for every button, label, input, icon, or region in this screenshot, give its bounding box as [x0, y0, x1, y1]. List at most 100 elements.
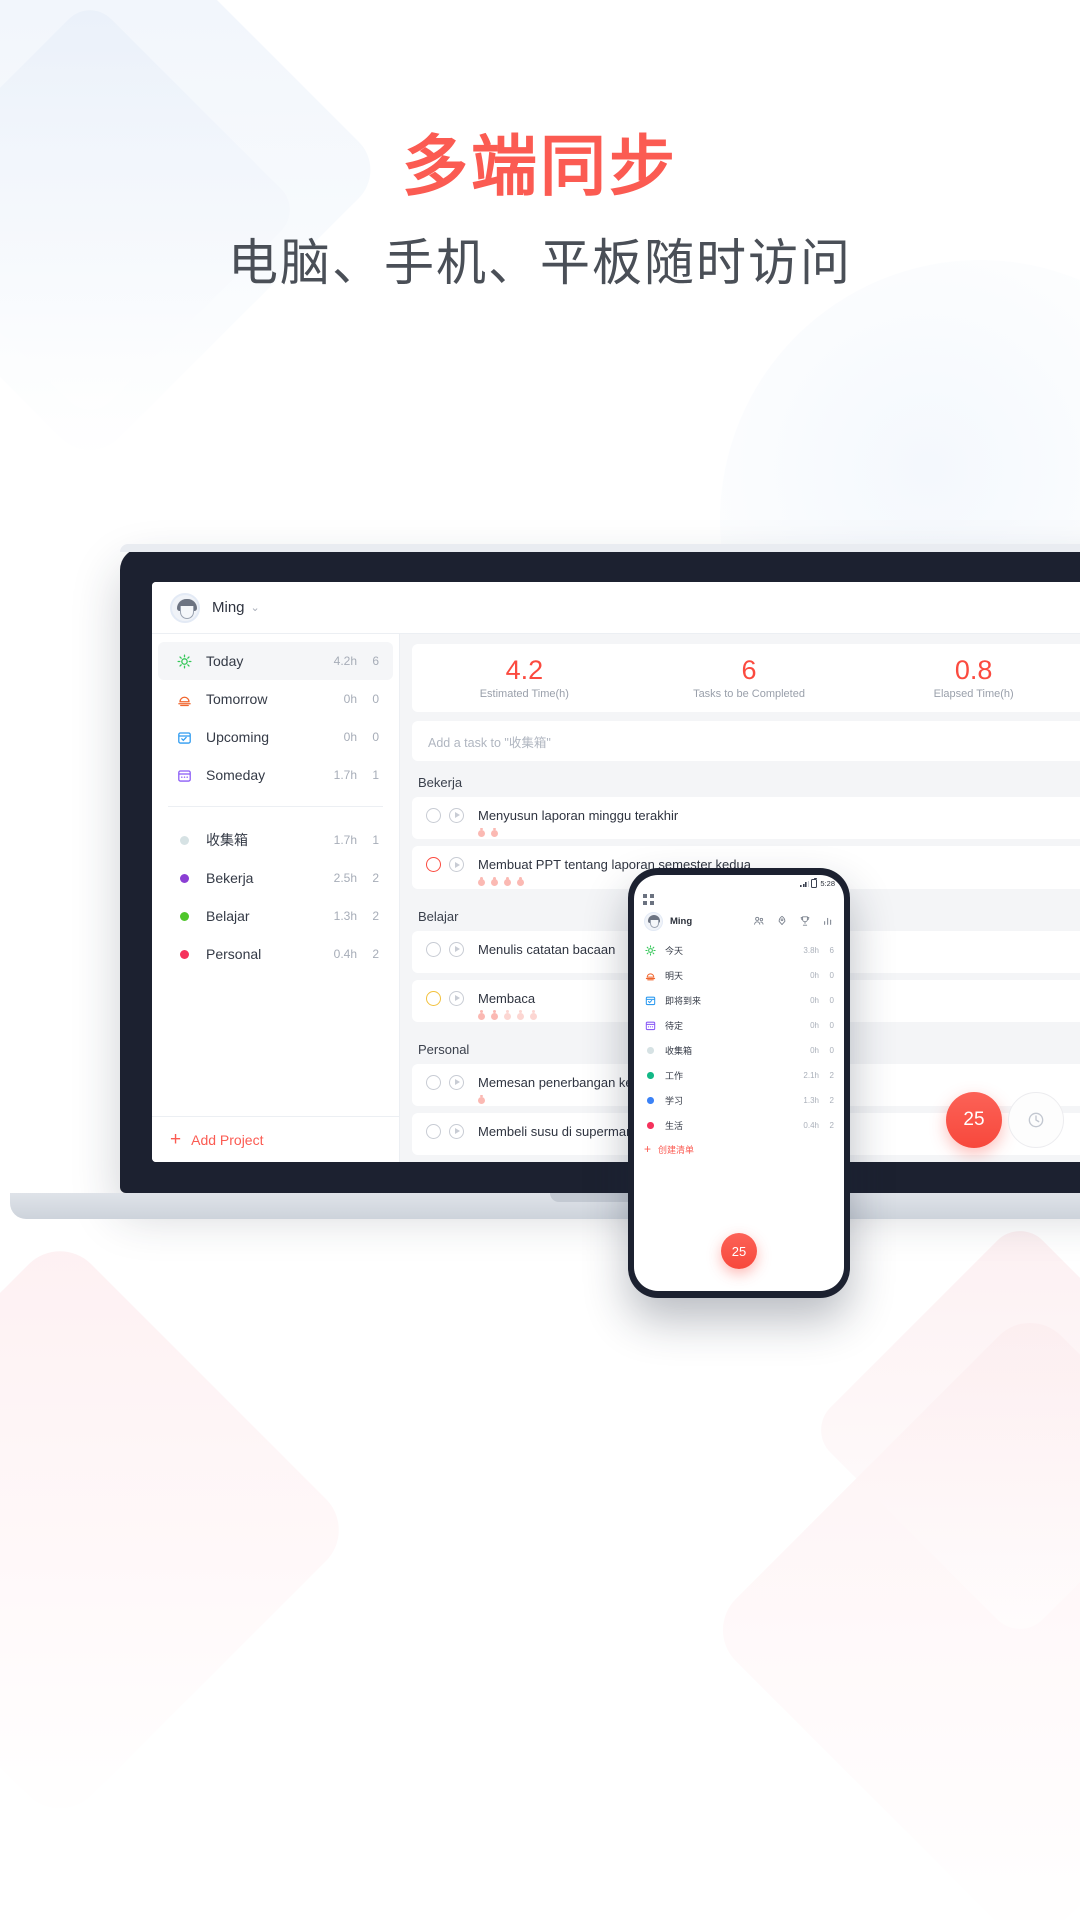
- trophy-icon[interactable]: [799, 915, 811, 927]
- rocket-icon[interactable]: [776, 915, 788, 927]
- pomodoro-dot-icon: [478, 1010, 485, 1020]
- phone-add-list-button[interactable]: + 创建清单: [634, 1138, 844, 1160]
- clock-icon[interactable]: [1008, 1092, 1064, 1148]
- pomodoro-fab-icon[interactable]: 25: [721, 1233, 757, 1269]
- pomodoro-dot-icon: [491, 877, 498, 887]
- task-checkbox-icon[interactable]: [426, 1124, 441, 1139]
- stats-bar: 4.2 Estimated Time(h) 6 Tasks to be Comp…: [412, 644, 1080, 712]
- task-checkbox-icon[interactable]: [426, 808, 441, 823]
- sidebar-item-count: 0: [372, 692, 379, 706]
- phone-item-hours: 0h: [810, 1021, 819, 1030]
- phone-item-label: 学习: [665, 1096, 684, 1106]
- user-avatar-icon[interactable]: [644, 911, 663, 931]
- phone-item-hours: 2.1h: [803, 1071, 819, 1080]
- sidebar-item-label: Today: [206, 653, 244, 669]
- stat-elapsed-time: 0.8 Elapsed Time(h): [861, 655, 1080, 701]
- task-title: Membeli susu di supermarket: [478, 1124, 648, 1139]
- project-color-dot-icon: [644, 1069, 657, 1082]
- stat-estimated-time: 4.2 Estimated Time(h): [412, 655, 637, 700]
- sidebar-item-count: 2: [372, 871, 379, 885]
- phone-item-label: 今天: [665, 946, 684, 956]
- sidebar-item-tomorrow[interactable]: Tomorrow 0h 0: [158, 680, 393, 718]
- stats-icon[interactable]: [822, 915, 834, 927]
- project-color-dot-icon: [174, 830, 194, 850]
- phone-item-inbox[interactable]: 收集箱 0h 0: [634, 1038, 844, 1063]
- people-icon[interactable]: [753, 915, 765, 927]
- start-timer-icon[interactable]: [449, 990, 464, 1006]
- task-checkbox-icon[interactable]: [426, 857, 441, 873]
- sidebar-item-upcoming[interactable]: Upcoming 0h 0: [158, 718, 393, 756]
- task-checkbox-icon[interactable]: [426, 990, 441, 1006]
- phone-item-study[interactable]: 学习 1.3h 2: [634, 1088, 844, 1113]
- start-timer-icon[interactable]: [449, 1074, 464, 1090]
- phone-item-label: 即将到来: [665, 996, 702, 1006]
- phone-item-label: 收集箱: [665, 1046, 693, 1056]
- task-title: Membaca: [478, 990, 536, 1006]
- phone-item-someday[interactable]: 待定 0h 0: [634, 1013, 844, 1038]
- chevron-down-icon[interactable]: ⌄: [251, 601, 260, 614]
- task-title: Menyusun laporan minggu terakhir: [478, 808, 679, 823]
- laptop-base: [10, 1193, 1080, 1219]
- phone-item-count: 0: [829, 1046, 834, 1055]
- sidebar-item-count: 0: [372, 730, 379, 744]
- start-timer-icon[interactable]: [449, 941, 464, 957]
- background-shape-bottom-right: [704, 1304, 1080, 1920]
- sunrise-icon: [174, 689, 194, 709]
- phone-item-count: 2: [829, 1096, 834, 1105]
- start-timer-icon[interactable]: [449, 857, 464, 873]
- sidebar-item-label: 收集箱: [206, 832, 248, 848]
- hero-title: 多端同步: [402, 129, 678, 203]
- phone-item-work[interactable]: 工作 2.1h 2: [634, 1063, 844, 1088]
- plus-icon: +: [170, 1129, 182, 1150]
- task-row[interactable]: Menyusun laporan minggu terakhir: [412, 797, 1080, 840]
- sidebar-item-today[interactable]: Today 4.2h 6: [158, 642, 393, 680]
- phone-item-tomorrow[interactable]: 明天 0h 0: [634, 963, 844, 988]
- start-timer-icon[interactable]: [449, 1124, 464, 1139]
- phone-app-screen: 5:28 Ming 今天 3.8h 6 明天 0h 0 即将到来 0h 0 待定…: [634, 875, 844, 1291]
- sidebar-item-count: 2: [372, 947, 379, 961]
- background-shape-bottom-left: [0, 1233, 357, 1827]
- phone-item-count: 2: [829, 1071, 834, 1080]
- pomodoro-indicators: [478, 1010, 537, 1020]
- phone-item-label: 明天: [665, 971, 684, 981]
- sidebar-item-inbox[interactable]: 收集箱 1.7h 1: [158, 821, 393, 859]
- user-avatar-icon[interactable]: [170, 592, 200, 623]
- qr-code-icon[interactable]: [643, 893, 654, 905]
- project-color-dot-icon: [644, 1119, 657, 1132]
- project-color-dot-icon: [174, 868, 194, 888]
- task-checkbox-icon[interactable]: [426, 1074, 441, 1090]
- sun-icon: [644, 944, 657, 957]
- sidebar-item-count: 1: [372, 833, 379, 847]
- start-timer-icon[interactable]: [449, 808, 464, 823]
- phone-status-bar: 5:28: [634, 875, 844, 892]
- calendar-check-icon: [644, 994, 657, 1007]
- phone-item-count: 6: [829, 946, 834, 955]
- phone-item-today[interactable]: 今天 3.8h 6: [634, 938, 844, 963]
- sidebar-item-belajar[interactable]: Belajar 1.3h 2: [158, 897, 393, 935]
- promo-screenshot: 多端同步 电脑、手机、平板随时访问 Ming ⌄ Today 4.2h 6 To…: [0, 0, 1080, 1920]
- pomodoro-dot-icon: [504, 1010, 511, 1020]
- project-color-dot-icon: [644, 1094, 657, 1107]
- phone-user-name[interactable]: Ming: [670, 916, 746, 927]
- plus-icon: +: [644, 1142, 652, 1156]
- task-title: Menulis catatan bacaan: [478, 941, 616, 957]
- sidebar-item-bekerja[interactable]: Bekerja 2.5h 2: [158, 859, 393, 897]
- stat-label: Elapsed Time(h): [933, 688, 1014, 701]
- pomodoro-timer-button[interactable]: 25: [946, 1092, 1002, 1148]
- add-project-button[interactable]: + Add Project: [152, 1116, 399, 1162]
- hero-subtitle: 电脑、手机、平板随时访问: [228, 234, 852, 291]
- phone-item-hours: 3.8h: [803, 946, 819, 955]
- phone-item-life[interactable]: 生活 0.4h 2: [634, 1113, 844, 1138]
- phone-item-upcoming[interactable]: 即将到来 0h 0: [634, 988, 844, 1013]
- sidebar-item-count: 6: [372, 654, 379, 668]
- sidebar-item-hours: 0h: [343, 730, 357, 744]
- sidebar-item-label: Personal: [206, 946, 262, 962]
- sidebar-item-personal[interactable]: Personal 0.4h 2: [158, 935, 393, 973]
- phone-add-list-label: 创建清单: [658, 1144, 695, 1155]
- sidebar-item-someday[interactable]: Someday 1.7h 1: [158, 756, 393, 794]
- sidebar-item-label: Tomorrow: [206, 691, 268, 707]
- task-checkbox-icon[interactable]: [426, 941, 441, 957]
- add-task-input[interactable]: Add a task to "收集箱": [412, 721, 1080, 761]
- desktop-user-name[interactable]: Ming: [212, 599, 245, 616]
- pomodoro-dot-icon: [504, 877, 511, 887]
